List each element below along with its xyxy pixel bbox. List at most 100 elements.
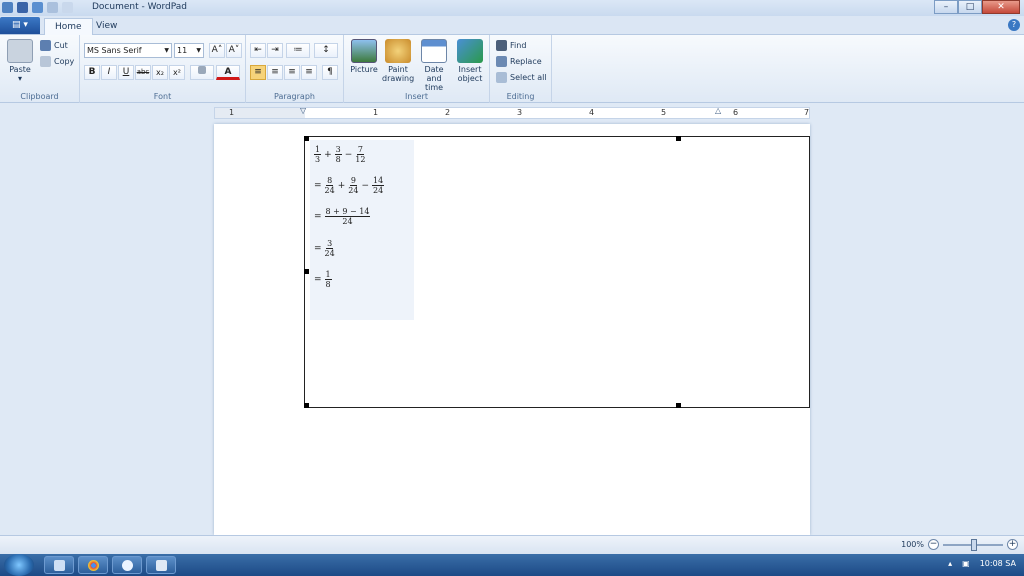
math-line-1: 13 + 38 − 7 12 xyxy=(314,145,365,164)
numerator: 1 xyxy=(324,270,332,280)
first-line-indent-marker[interactable]: ▽ xyxy=(300,106,306,115)
paste-dropdown-icon[interactable]: ▾ xyxy=(6,74,34,83)
font-family-value: MS Sans Serif xyxy=(87,46,142,55)
zoom-control: 100% − + xyxy=(901,538,1018,551)
fraction: 14 24 xyxy=(372,176,385,195)
paint-drawing-label-1: Paint xyxy=(388,65,408,74)
font-group-label: Font xyxy=(153,92,172,101)
quick-access-toolbar xyxy=(2,2,73,13)
replace-button[interactable]: Replace xyxy=(496,56,542,67)
select-all-button[interactable]: Select all xyxy=(496,72,547,83)
strikethrough-button[interactable]: abc xyxy=(135,65,151,80)
zoom-in-button[interactable]: + xyxy=(1007,539,1018,550)
decrease-indent-button[interactable]: ⇤ xyxy=(250,43,266,58)
paste-button[interactable]: Paste ▾ xyxy=(6,39,34,83)
font-color-button[interactable]: A xyxy=(216,65,240,80)
taskbar-chrome[interactable] xyxy=(78,556,108,574)
superscript-button[interactable]: x² xyxy=(169,65,185,80)
subscript-button[interactable]: x₂ xyxy=(152,65,168,80)
resize-handle[interactable] xyxy=(304,269,309,274)
zoom-out-button[interactable]: − xyxy=(928,539,939,550)
ruler[interactable]: 1 ▽ 1 2 3 4 5 △ 6 7 xyxy=(214,106,810,119)
clock[interactable]: 10:08 SA xyxy=(980,559,1016,568)
fraction: 3 24 xyxy=(325,239,335,258)
resize-handle[interactable] xyxy=(304,403,309,408)
copy-button[interactable]: Copy xyxy=(40,56,74,67)
denominator: 24 xyxy=(342,217,353,226)
ruler-mark: 4 xyxy=(589,108,595,117)
font-family-select[interactable]: MS Sans Serif ▼ xyxy=(84,43,172,58)
paragraph-group-label: Paragraph xyxy=(274,92,315,101)
font-size-select[interactable]: 11 ▼ xyxy=(174,43,204,58)
highlight-color-button[interactable] xyxy=(190,65,214,80)
taskbar-zalo[interactable] xyxy=(112,556,142,574)
insert-object-button[interactable]: Insert object xyxy=(454,39,486,83)
operator: − xyxy=(361,180,370,191)
align-left-button[interactable]: ≡ xyxy=(250,65,266,80)
fraction: 13 xyxy=(314,145,322,164)
numerator: 8 + 9 − 14 xyxy=(324,207,371,217)
underline-button[interactable]: U xyxy=(118,65,134,80)
network-icon[interactable]: ▣ xyxy=(962,559,970,568)
taskbar-wordpad[interactable] xyxy=(146,556,176,574)
computer-icon xyxy=(54,560,65,571)
insert-group-label: Insert xyxy=(405,92,428,101)
resize-handle[interactable] xyxy=(676,136,681,141)
decrease-indent-icon: ⇤ xyxy=(254,45,262,55)
minimize-button[interactable]: – xyxy=(934,0,958,14)
ruler-mark: 1 xyxy=(373,108,379,117)
select-all-label: Select all xyxy=(510,73,547,82)
cut-label: Cut xyxy=(54,41,68,50)
align-center-button[interactable]: ≡ xyxy=(267,65,283,80)
ribbon: Paste ▾ Cut Copy Clipboard MS Sans Serif… xyxy=(0,35,1024,103)
resize-handle[interactable] xyxy=(676,403,681,408)
font-color-icon: A xyxy=(224,67,232,77)
line-spacing-icon: ↕ xyxy=(322,45,330,55)
zoom-slider[interactable] xyxy=(943,538,1003,551)
bullets-button[interactable]: ≔ xyxy=(286,43,310,58)
customize-toolbar-icon[interactable] xyxy=(62,2,73,13)
cut-button[interactable]: Cut xyxy=(40,40,68,51)
grow-font-button[interactable]: A˄ xyxy=(209,43,225,58)
align-right-button[interactable]: ≡ xyxy=(284,65,300,80)
resize-handle[interactable] xyxy=(304,136,309,141)
denominator: 24 xyxy=(324,249,335,258)
shrink-font-button[interactable]: A˅ xyxy=(226,43,242,58)
close-button[interactable]: ✕ xyxy=(982,0,1020,14)
paint-drawing-button[interactable]: Paint drawing xyxy=(382,39,414,83)
line-spacing-button[interactable]: ↕ xyxy=(314,43,338,58)
paragraph-settings-button[interactable]: ¶ xyxy=(322,65,338,80)
taskbar-show-desktop[interactable] xyxy=(44,556,74,574)
maximize-button[interactable]: □ xyxy=(958,0,982,14)
paint-drawing-label-2: drawing xyxy=(382,74,415,83)
application-menu-button[interactable]: ▤ ▾ xyxy=(0,17,40,34)
increase-indent-button[interactable]: ⇥ xyxy=(267,43,283,58)
save-icon[interactable] xyxy=(17,2,28,13)
copy-label: Copy xyxy=(54,57,75,66)
operator: − xyxy=(344,149,353,160)
insert-object-icon xyxy=(457,39,483,63)
ruler-mark: 1 xyxy=(229,108,235,117)
justify-button[interactable]: ≡ xyxy=(301,65,317,80)
ruler-mark: 5 xyxy=(661,108,667,117)
tray-arrow-icon[interactable]: ▴ xyxy=(948,559,952,568)
tab-view[interactable]: View xyxy=(86,18,127,35)
help-icon[interactable]: ? xyxy=(1008,19,1020,31)
right-indent-marker[interactable]: △ xyxy=(715,106,721,115)
undo-icon[interactable] xyxy=(32,2,43,13)
font-group: MS Sans Serif ▼ 11 ▼ A˄ A˅ B I U abc x₂ x²… xyxy=(80,35,246,103)
calendar-clock-icon xyxy=(421,39,447,63)
picture-button[interactable]: Picture xyxy=(348,39,380,74)
redo-icon[interactable] xyxy=(47,2,58,13)
fraction: 18 xyxy=(324,270,332,289)
window-title: Document - WordPad xyxy=(92,2,187,12)
zoom-slider-thumb[interactable] xyxy=(971,538,977,551)
find-button[interactable]: Find xyxy=(496,40,526,51)
italic-button[interactable]: I xyxy=(101,65,117,80)
date-time-button[interactable]: Date and time xyxy=(416,39,452,92)
bold-button[interactable]: B xyxy=(84,65,100,80)
operator: + xyxy=(337,180,346,191)
numerator: 3 xyxy=(334,145,342,155)
numerator: 8 xyxy=(326,176,334,186)
start-button[interactable] xyxy=(4,554,34,576)
